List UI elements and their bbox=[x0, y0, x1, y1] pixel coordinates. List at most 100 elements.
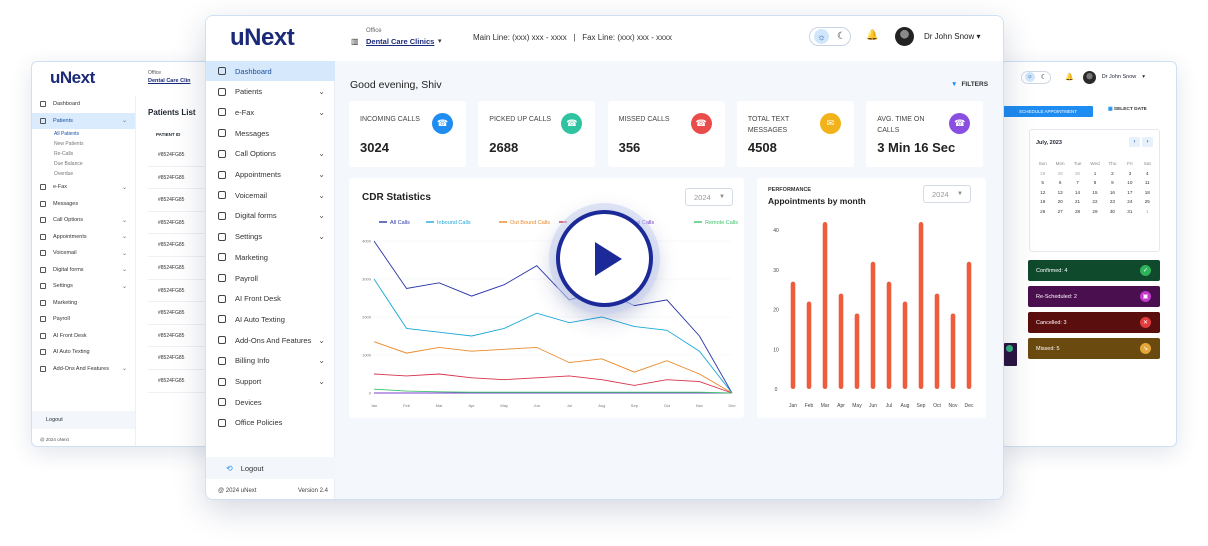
sidebar-item-support[interactable]: Support ⌄ bbox=[206, 372, 335, 392]
calendar-day[interactable]: 15 bbox=[1086, 190, 1103, 195]
logout-button[interactable]: Logout bbox=[32, 411, 135, 429]
chevron-right-icon[interactable]: › bbox=[1142, 137, 1153, 147]
select-date-button[interactable]: ▦ SELECT DATE bbox=[1108, 107, 1147, 112]
calendar-day[interactable]: 19 bbox=[1034, 199, 1051, 204]
office-selector[interactable]: Office Dental Care Clin bbox=[148, 70, 190, 84]
sidebar-item-payroll[interactable]: Payroll bbox=[206, 268, 335, 288]
sidebar-item-call-options[interactable]: Call Options ⌄ bbox=[206, 144, 335, 164]
calendar-day[interactable]: 31 bbox=[1121, 209, 1138, 214]
sidebar-item-marketing[interactable]: Marketing bbox=[32, 295, 135, 312]
sidebar-item-messages[interactable]: Messages bbox=[206, 123, 335, 143]
sidebar-item-appointments[interactable]: Appointments ⌄ bbox=[206, 165, 335, 185]
user-menu[interactable]: Dr John Snow ▾ bbox=[924, 32, 981, 41]
sidebar-item-messages[interactable]: Messages bbox=[32, 196, 135, 213]
calendar-day[interactable]: 29 bbox=[1051, 171, 1068, 176]
office-selector[interactable]: Dental Care Clinics bbox=[366, 37, 434, 46]
sidebar-subitem[interactable]: All Patients bbox=[32, 129, 135, 139]
status-1[interactable]: Re-Scheduled: 2 ▣ bbox=[1028, 286, 1160, 307]
calendar-day[interactable]: 27 bbox=[1051, 209, 1068, 214]
chevron-down-icon[interactable]: ▾ bbox=[1142, 74, 1145, 80]
calendar-day[interactable]: 6 bbox=[1051, 180, 1068, 185]
calendar-day[interactable]: 20 bbox=[1051, 199, 1068, 204]
sidebar-item-payroll[interactable]: Payroll bbox=[32, 311, 135, 328]
status-0[interactable]: Confirmed: 4 ✓ bbox=[1028, 260, 1160, 281]
calendar-day[interactable]: 8 bbox=[1086, 180, 1103, 185]
sidebar-item-office-policies[interactable]: Office Policies bbox=[206, 413, 335, 433]
calendar-day[interactable]: 1 bbox=[1086, 171, 1103, 176]
calendar-day[interactable]: 25 bbox=[1139, 199, 1156, 204]
sidebar-item-appointments[interactable]: Appointments ⌄ bbox=[32, 229, 135, 246]
sidebar-item-ai-auto-texting[interactable]: AI Auto Texting bbox=[206, 309, 335, 329]
sidebar-subitem[interactable]: Overdue bbox=[32, 169, 135, 179]
sidebar-item-digital-forms[interactable]: Digital forms ⌄ bbox=[32, 262, 135, 279]
bell-icon[interactable]: 🔔 bbox=[866, 30, 878, 41]
logout-button[interactable]: ⟲ Logout bbox=[206, 457, 335, 479]
calendar-day[interactable]: 13 bbox=[1051, 190, 1068, 195]
calendar-day[interactable]: 3 bbox=[1121, 171, 1138, 176]
sidebar-item-call-options[interactable]: Call Options ⌄ bbox=[32, 212, 135, 229]
sidebar-subitem[interactable]: Due Balance bbox=[32, 159, 135, 169]
calendar-day[interactable]: 30 bbox=[1069, 171, 1086, 176]
status-2[interactable]: Cancelled: 3 ✕ bbox=[1028, 312, 1160, 333]
calendar-day[interactable]: 14 bbox=[1069, 190, 1086, 195]
calendar-day[interactable]: 23 bbox=[1104, 199, 1121, 204]
sidebar-item-ai-front-desk[interactable]: AI Front Desk bbox=[206, 289, 335, 309]
calendar-day[interactable]: 7 bbox=[1069, 180, 1086, 185]
calendar-day[interactable]: 26 bbox=[1034, 209, 1051, 214]
filters-button[interactable]: ▼ FILTERS bbox=[951, 81, 988, 88]
calendar-day[interactable]: 22 bbox=[1086, 199, 1103, 204]
sidebar-item-ai-auto-texting[interactable]: AI Auto Texting bbox=[32, 344, 135, 361]
user-name[interactable]: Dr John Snow bbox=[1102, 74, 1137, 80]
calendar-day[interactable]: 21 bbox=[1069, 199, 1086, 204]
avatar[interactable] bbox=[1082, 70, 1096, 84]
calendar-day[interactable]: 30 bbox=[1104, 209, 1121, 214]
sidebar-item-add-ons-and-features[interactable]: Add-Ons And Features ⌄ bbox=[32, 361, 135, 378]
calendar-day[interactable]: 9 bbox=[1104, 180, 1121, 185]
sidebar-subitem[interactable]: New Patients bbox=[32, 139, 135, 149]
calendar-day[interactable]: 10 bbox=[1121, 180, 1138, 185]
bell-icon[interactable]: 🔔 bbox=[1065, 73, 1074, 81]
sidebar-item-voicemail[interactable]: Voicemail ⌄ bbox=[32, 245, 135, 262]
sidebar-item-billing-info[interactable]: Billing Info ⌄ bbox=[206, 351, 335, 371]
chevron-down-icon[interactable]: ▾ bbox=[438, 37, 442, 45]
bar bbox=[934, 293, 940, 389]
schedule-appointment-button[interactable]: SCHEDULE APPOINTMENT bbox=[1003, 106, 1093, 117]
chevron-left-icon[interactable]: ‹ bbox=[1129, 137, 1140, 147]
sidebar-subitem[interactable]: Re-Calls bbox=[32, 149, 135, 159]
sidebar-item-voicemail[interactable]: Voicemail ⌄ bbox=[206, 185, 335, 205]
calendar-day[interactable]: 29 bbox=[1086, 209, 1103, 214]
sidebar-item-dashboard[interactable]: Dashboard bbox=[206, 61, 335, 81]
sidebar-item-settings[interactable]: Settings ⌄ bbox=[206, 227, 335, 247]
sidebar-item-e-fax[interactable]: e-Fax ⌄ bbox=[206, 102, 335, 122]
theme-toggle[interactable]: ☼ ☾ bbox=[809, 27, 851, 46]
calendar-day[interactable]: 17 bbox=[1121, 190, 1138, 195]
calendar-day[interactable]: 16 bbox=[1104, 190, 1121, 195]
sidebar-item-digital-forms[interactable]: Digital forms ⌄ bbox=[206, 206, 335, 226]
calendar-day[interactable]: 11 bbox=[1139, 180, 1156, 185]
sidebar-item-patients[interactable]: Patients ⌄ bbox=[206, 82, 335, 102]
sidebar-item-dashboard[interactable]: Dashboard bbox=[32, 96, 135, 113]
status-3[interactable]: Missed: 5 ↘ bbox=[1028, 338, 1160, 359]
play-video-button[interactable] bbox=[556, 210, 653, 307]
calendar-day[interactable]: 18 bbox=[1139, 190, 1156, 195]
avatar[interactable] bbox=[895, 27, 914, 46]
calendar-day[interactable]: 1 bbox=[1139, 209, 1156, 214]
sidebar-item-patients[interactable]: Patients ⌄ bbox=[32, 112, 135, 129]
sidebar-item-marketing[interactable]: Marketing bbox=[206, 247, 335, 267]
theme-toggle[interactable]: ☼ ☾ bbox=[1021, 70, 1051, 84]
calendar-day[interactable]: 2 bbox=[1104, 171, 1121, 176]
calendar-day[interactable]: 28 bbox=[1069, 209, 1086, 214]
calendar-day[interactable]: 12 bbox=[1034, 190, 1051, 195]
calendar-day[interactable]: 24 bbox=[1121, 199, 1138, 204]
sidebar-item-devices[interactable]: Devices bbox=[206, 392, 335, 412]
day-number: 13 bbox=[1057, 189, 1063, 195]
legend-label: Remote Calls bbox=[705, 220, 738, 226]
menu-icon bbox=[218, 418, 226, 427]
calendar-day[interactable]: 28 bbox=[1034, 171, 1051, 176]
calendar-day[interactable]: 5 bbox=[1034, 180, 1051, 185]
sidebar-item-e-fax[interactable]: e-Fax ⌄ bbox=[32, 179, 135, 196]
sidebar-item-ai-front-desk[interactable]: AI Front Desk bbox=[32, 328, 135, 345]
sidebar-item-add-ons-and-features[interactable]: Add-Ons And Features ⌄ bbox=[206, 330, 335, 350]
calendar-day[interactable]: 4 bbox=[1139, 171, 1156, 176]
sidebar-item-settings[interactable]: Settings ⌄ bbox=[32, 278, 135, 295]
